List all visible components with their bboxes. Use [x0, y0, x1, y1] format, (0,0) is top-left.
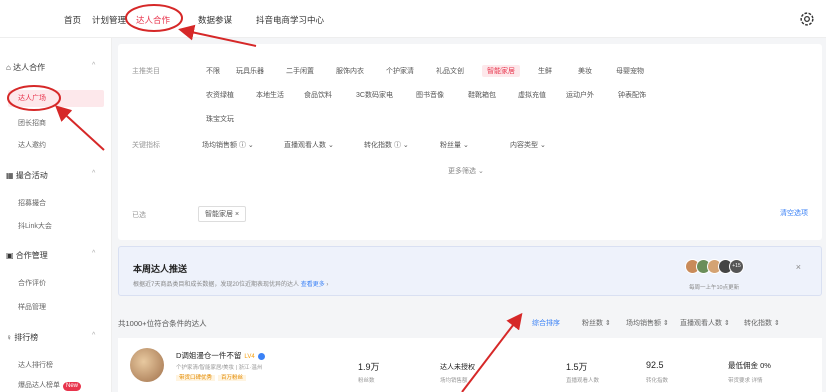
category-tag[interactable]: 食品饮料 — [304, 90, 332, 100]
category-tag[interactable]: 鞋靴箱包 — [468, 90, 496, 100]
verified-icon — [257, 352, 265, 360]
sidebar-group-ranking[interactable]: ♀ 排行榜 ^ — [6, 332, 95, 343]
sidebar-group-cooperation-mgmt[interactable]: ▣ 合作管理 ^ — [6, 250, 95, 261]
creator-desc: 个护家清/智能家居/美妆 | 浙江·温州 — [176, 365, 263, 371]
category-tag[interactable]: 3C数码家电 — [356, 90, 393, 100]
chevron-up-icon: ^ — [92, 170, 96, 177]
category-tag[interactable]: 不限 — [206, 66, 220, 76]
sidebar-item-recruit-match[interactable]: 招募撮合 — [18, 198, 46, 208]
category-tag[interactable]: 生鲜 — [538, 66, 552, 76]
sidebar-item-talent-square[interactable]: 达人广场 — [8, 90, 104, 107]
category-tag[interactable]: 珠宝文玩 — [206, 114, 234, 124]
commission-value: 最低佣金 0% — [728, 361, 771, 370]
sales-label: 场均销售额 — [440, 378, 468, 384]
category-tag[interactable]: 个护家清 — [386, 66, 414, 76]
metric-label: 关键指标 — [132, 142, 160, 149]
push-more-link[interactable]: 查看更多 — [301, 282, 325, 288]
nav-learning-center[interactable]: 抖音电商学习中心 — [256, 14, 324, 26]
metric-dropdown[interactable]: 场均销售额 ⓘ ⌄ — [202, 140, 254, 150]
results-count: 共1000+位符合条件的达人 — [118, 319, 207, 328]
grid-icon: ▦ — [6, 171, 14, 180]
nav-talent-cooperation[interactable]: 达人合作 — [136, 14, 170, 26]
category-tag[interactable]: 美妆 — [578, 66, 592, 76]
creator-name[interactable]: D调姐漫仓一件不留 LV4 — [176, 350, 265, 361]
sidebar-item-talent-ranking[interactable]: 达人排行榜 — [18, 360, 53, 370]
push-subtitle: 根据近7天商品类目和成长数据，发现20位近期表现优异的达人 查看更多 › — [133, 282, 329, 288]
chevron-up-icon: ^ — [92, 62, 96, 69]
creator-row[interactable]: D调姐漫仓一件不留 LV4 个护家清/智能家居/美妆 | 浙江·温州 带货口碑优秀… — [118, 338, 822, 392]
category-tag[interactable]: 服饰内衣 — [336, 66, 364, 76]
fans-label: 粉丝数 — [358, 378, 375, 384]
chevron-up-icon: ^ — [92, 250, 96, 257]
home-icon: ⌂ — [6, 63, 11, 72]
top-nav: 首页 计划管理 达人合作 数据参谋 抖音电商学习中心 — [0, 0, 826, 38]
metric-dropdown[interactable]: 粉丝量 ⌄ — [440, 140, 469, 150]
sidebar-item-leader-recruit[interactable]: 团长招商 — [18, 118, 46, 128]
push-schedule: 每周一上午10点更新 — [689, 285, 740, 291]
new-badge: New — [63, 382, 82, 391]
selected-label: 已选 — [132, 212, 146, 219]
metric-dropdown[interactable]: 内容类型 ⌄ — [510, 140, 546, 150]
creator-tags: 带货口碑优秀 百万粉丝 — [176, 373, 249, 381]
level-badge: LV4 — [244, 354, 255, 360]
nav-data-advisor[interactable]: 数据参谋 — [198, 14, 232, 26]
category-tag[interactable]: 农资绿植 — [206, 90, 234, 100]
clear-filters-link[interactable]: 清空选项 — [780, 208, 808, 218]
nav-home[interactable]: 首页 — [64, 14, 81, 26]
sidebar-item-samples[interactable]: 样品管理 — [18, 302, 46, 312]
calendar-icon: ▣ — [6, 251, 14, 260]
sidebar-item-review[interactable]: 合作评价 — [18, 278, 46, 288]
category-tag[interactable]: 母婴宠物 — [616, 66, 644, 76]
chevron-up-icon: ^ — [92, 332, 96, 339]
sort-option[interactable]: 粉丝数 ⇕ — [582, 318, 611, 328]
category-tag[interactable]: 运动户外 — [566, 90, 594, 100]
category-tag-selected[interactable]: 智能家居 — [482, 65, 520, 77]
metric-dropdown[interactable]: 转化指数 ⓘ ⌄ — [364, 140, 409, 150]
push-title: 本周达人推送 — [133, 264, 188, 274]
fans-value: 1.9万 — [358, 362, 380, 372]
category-tag[interactable]: 礼品文创 — [436, 66, 464, 76]
close-icon[interactable]: × — [235, 211, 239, 218]
sidebar-group-matching[interactable]: ▦ 撮合活动 ^ — [6, 170, 95, 181]
sidebar: ⌂ 达人合作 ^ 达人广场 团长招商 达人邀约 ▦ 撮合活动 ^ 招募撮合 抖L… — [0, 38, 112, 392]
nav-plan-management[interactable]: 计划管理 — [92, 14, 126, 26]
sales-value: 达人未授权 — [440, 364, 475, 371]
sort-option[interactable]: 直播观看人数 ⇕ — [680, 318, 730, 328]
weekly-push-banner: 本周达人推送 根据近7天商品类目和成长数据，发现20位近期表现优异的达人 查看更… — [118, 246, 822, 296]
category-tag[interactable]: 本地生活 — [256, 90, 284, 100]
sidebar-item-link-conference[interactable]: 抖Link大会 — [18, 221, 52, 231]
avatar-more-count: +15 — [729, 259, 744, 274]
conversion-value: 92.5 — [646, 360, 664, 370]
category-tag[interactable]: 图书音像 — [416, 90, 444, 100]
sidebar-group-talent[interactable]: ⌂ 达人合作 ^ — [6, 62, 95, 73]
more-filters-toggle[interactable]: 更多筛选 ⌄ — [448, 166, 484, 176]
sort-option-active[interactable]: 综合排序 — [532, 318, 560, 328]
close-icon[interactable]: × — [796, 262, 801, 272]
category-tag[interactable]: 二手闲置 — [286, 66, 314, 76]
sidebar-item-hot-ranking[interactable]: 爆品达人榜单 New — [18, 380, 82, 391]
selected-filter-chip[interactable]: 智能家居 × — [198, 206, 247, 222]
category-tag[interactable]: 玩具乐器 — [236, 66, 264, 76]
metric-dropdown[interactable]: 直播观看人数 ⌄ — [284, 140, 334, 150]
commission-label[interactable]: 带货要求 详情 — [728, 376, 763, 384]
category-tag[interactable]: 钟表配饰 — [618, 90, 646, 100]
sort-option[interactable]: 场均销售额 ⇕ — [626, 318, 669, 328]
avatar[interactable] — [130, 348, 164, 382]
sidebar-item-invite[interactable]: 达人邀约 — [18, 140, 46, 150]
viewers-label: 直播观看人数 — [566, 378, 600, 384]
category-label: 主推类目 — [132, 68, 160, 75]
gear-icon[interactable] — [798, 10, 816, 28]
conversion-label: 转化指数 — [646, 378, 669, 384]
sort-option[interactable]: 转化指数 ⇕ — [744, 318, 780, 328]
viewers-value: 1.5万 — [566, 362, 588, 372]
filter-panel: 主推类目 不限 玩具乐器 二手闲置 服饰内衣 个护家清 礼品文创 智能家居 生鲜… — [118, 44, 822, 240]
category-tag[interactable]: 虚拟充值 — [518, 90, 546, 100]
trophy-icon: ♀ — [6, 333, 12, 342]
